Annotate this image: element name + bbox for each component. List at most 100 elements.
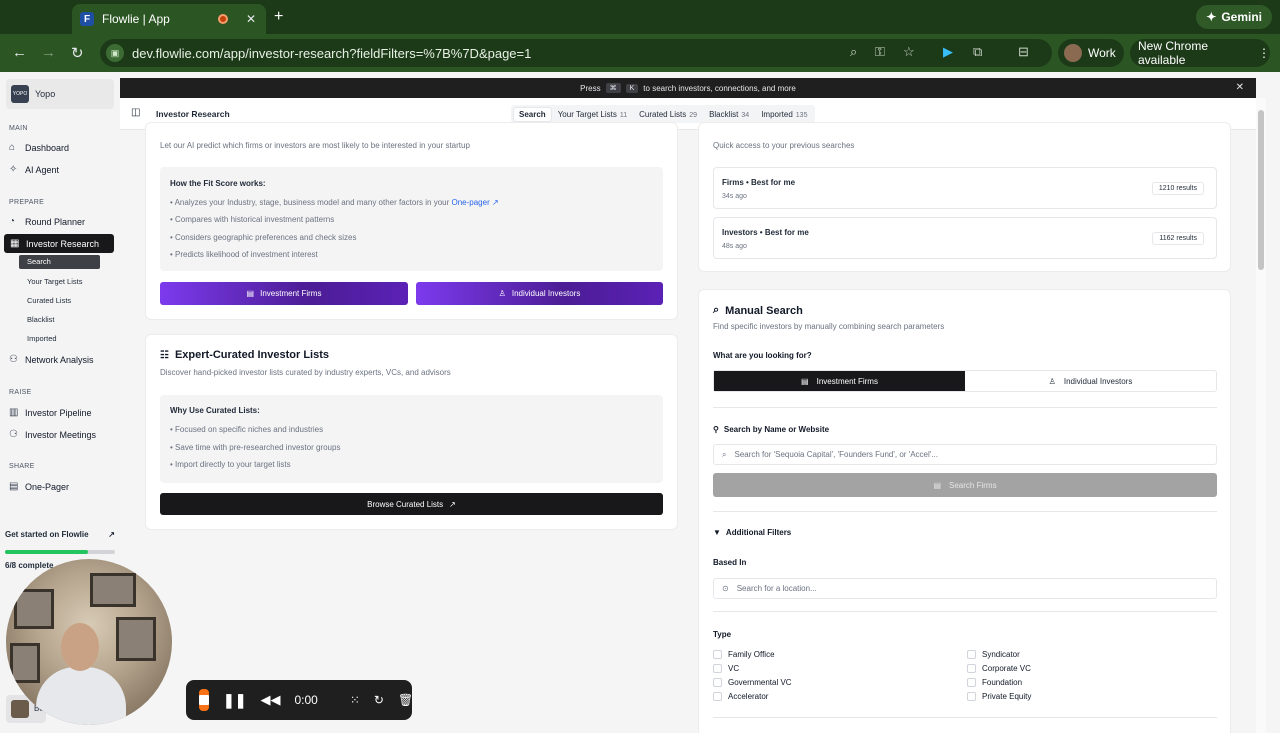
type-checkbox-private-equity[interactable]: Private Equity — [967, 692, 1031, 701]
zoom-icon[interactable]: ⌕ — [850, 44, 857, 60]
table-icon: ▦ — [10, 238, 20, 249]
tab-blacklist[interactable]: Blacklist 34 — [704, 108, 754, 121]
one-pager-link[interactable]: One-pager — [451, 198, 489, 207]
sidebar-item-investor-research[interactable]: ▦ Investor Research — [4, 234, 114, 253]
browser-tab[interactable]: F Flowlie | App ✕ — [72, 4, 266, 34]
sidebar-subitem-imported[interactable]: Imported — [27, 334, 57, 343]
segment-label: Investment Firms — [816, 376, 878, 386]
checkbox[interactable] — [713, 650, 722, 659]
scrollbar-thumb[interactable] — [1258, 110, 1264, 270]
rewind-icon[interactable]: ◀◀ — [260, 692, 280, 708]
building-icon: ▤ — [801, 376, 809, 386]
checkbox-label: Private Equity — [982, 692, 1032, 701]
sidebar-subitem-blacklist[interactable]: Blacklist — [27, 315, 55, 324]
site-info-icon[interactable]: ▣ — [106, 44, 124, 62]
name-search-input[interactable]: ⌕ Search for 'Sequoia Capital', 'Founders… — [713, 444, 1217, 465]
sidebar-item-investor-pipeline[interactable]: ▥ Investor Pipeline — [9, 407, 92, 418]
type-checkbox-syndicator[interactable]: Syndicator — [967, 650, 1020, 659]
forward-icon[interactable]: → — [41, 44, 56, 61]
sidebar-item-ai-agent[interactable]: ✧ AI Agent — [9, 164, 59, 175]
type-checkbox-family-office[interactable]: Family Office — [713, 650, 775, 659]
bookmark-star-icon[interactable]: ☆ — [903, 44, 915, 60]
sidebar-item-label: AI Agent — [25, 164, 60, 175]
recent-search-item[interactable]: Investors • Best for me 48s ago 1162 res… — [713, 217, 1217, 259]
sidebar-item-network-analysis[interactable]: ⚇ Network Analysis — [9, 354, 94, 365]
checkbox[interactable] — [967, 692, 976, 701]
page-scrollbar[interactable] — [1256, 98, 1266, 733]
get-started-link[interactable]: Get started on Flowlie ↗ — [5, 530, 115, 539]
clock-icon: ◔ — [9, 216, 16, 227]
pause-icon[interactable]: ❚❚ — [223, 692, 246, 709]
type-checkbox-vc[interactable]: VC — [713, 664, 739, 673]
location-search-input[interactable]: ⊙ Search for a location... — [713, 578, 1217, 599]
address-bar[interactable]: ▣ dev.flowlie.com/app/investor-research?… — [100, 39, 1052, 67]
recent-search-item[interactable]: Firms • Best for me 34s ago 1210 results — [713, 167, 1217, 209]
tab-search-icon[interactable]: ⊟ — [1018, 44, 1029, 60]
bullet-text: Analyzes your Industry, stage, business … — [174, 198, 450, 207]
toggle-sidebar-icon[interactable]: ◫ — [131, 107, 140, 118]
recording-indicator-icon — [217, 14, 228, 24]
type-checkbox-accelerator[interactable]: Accelerator — [713, 692, 768, 701]
tab-target-lists[interactable]: Your Target Lists 11 — [553, 108, 632, 121]
sidebar-subitem-curated-lists[interactable]: Curated Lists — [27, 296, 71, 305]
ai-individual-investors-button[interactable]: ♙ Individual Investors — [416, 282, 663, 305]
list-item: • Compares with historical investment pa… — [170, 215, 335, 224]
sidebar-item-dashboard[interactable]: ⌂ Dashboard — [9, 142, 69, 153]
trash-icon[interactable]: 🗑 — [398, 693, 413, 707]
search-firms-button[interactable]: ▤ Search Firms — [713, 473, 1217, 497]
workspace-logo: YOPO — [11, 85, 29, 103]
segment-investment-firms[interactable]: ▤ Investment Firms — [714, 371, 965, 391]
sidebar-item-label: Investor Pipeline — [25, 407, 92, 418]
tab-imported[interactable]: Imported 135 — [756, 108, 812, 121]
type-checkbox-governmental-vc[interactable]: Governmental VC — [713, 678, 792, 687]
extension-play-icon[interactable]: ▶ — [943, 44, 953, 60]
checkbox[interactable] — [967, 650, 976, 659]
restart-icon[interactable]: ↻ — [374, 693, 384, 707]
reload-icon[interactable]: ↻ — [71, 44, 84, 62]
update-chrome-button[interactable]: New Chrome available ⋮ — [1130, 39, 1270, 67]
back-icon[interactable]: ← — [12, 44, 27, 61]
checkbox-label: Syndicator — [982, 650, 1020, 659]
entity-type-toggle: ▤ Investment Firms ♙ Individual Investors — [713, 370, 1217, 392]
section-label-main: MAIN — [9, 125, 28, 132]
grid-dots-icon[interactable]: ⁙ — [350, 693, 360, 707]
browse-curated-lists-button[interactable]: Browse Curated Lists ↗ — [160, 493, 663, 515]
stop-recording-button[interactable] — [199, 689, 209, 711]
extensions-puzzle-icon[interactable]: ⧉ — [973, 44, 982, 60]
sidebar-item-round-planner[interactable]: ◔ Round Planner — [9, 216, 85, 227]
recent-search-title: Firms • Best for me — [722, 178, 796, 187]
close-tab-icon[interactable]: ✕ — [246, 12, 256, 26]
building-icon: ▤ — [246, 289, 255, 298]
checkbox[interactable] — [967, 664, 976, 673]
sidebar-subitem-search[interactable]: Search — [19, 255, 100, 269]
profile-button[interactable]: Work — [1058, 39, 1124, 67]
workspace-switcher[interactable]: YOPO Yopo — [6, 79, 114, 109]
type-checkbox-corporate-vc[interactable]: Corporate VC — [967, 664, 1031, 673]
checkbox[interactable] — [713, 678, 722, 687]
sidebar-item-investor-meetings[interactable]: ⚆ Investor Meetings — [9, 429, 96, 440]
type-label: Type — [713, 630, 732, 639]
results-badge: 1210 results — [1151, 182, 1204, 195]
checkbox-label: Family Office — [728, 650, 775, 659]
tab-search[interactable]: Search — [514, 107, 551, 121]
type-checkbox-foundation[interactable]: Foundation — [967, 678, 1022, 687]
progress-text: 6/8 complete — [5, 561, 54, 570]
gemini-button[interactable]: ✦ Gemini — [1196, 5, 1272, 29]
sidebar-subitem-target-lists[interactable]: Your Target Lists — [27, 277, 82, 286]
url-text: dev.flowlie.com/app/investor-research?fi… — [132, 45, 532, 61]
new-tab-icon[interactable]: + — [274, 8, 283, 26]
segment-individual-investors[interactable]: ♙ Individual Investors — [965, 371, 1216, 391]
checkbox[interactable] — [713, 692, 722, 701]
password-key-icon[interactable]: ⚿ — [875, 44, 885, 60]
checkbox[interactable] — [967, 678, 976, 687]
wall-frame — [14, 589, 54, 629]
ai-investment-firms-button[interactable]: ▤ Investment Firms — [160, 282, 408, 305]
sidebar-item-one-pager[interactable]: ▤ One-Pager — [9, 481, 69, 492]
card-title-text: Manual Search — [725, 304, 803, 317]
checkbox[interactable] — [713, 664, 722, 673]
tab-label: Imported — [761, 109, 793, 119]
webcam-bubble[interactable] — [6, 559, 172, 725]
more-menu-icon[interactable]: ⋮ — [1258, 46, 1270, 60]
close-banner-icon[interactable]: ✕ — [1236, 82, 1244, 93]
tab-curated-lists[interactable]: Curated Lists 29 — [634, 108, 702, 121]
